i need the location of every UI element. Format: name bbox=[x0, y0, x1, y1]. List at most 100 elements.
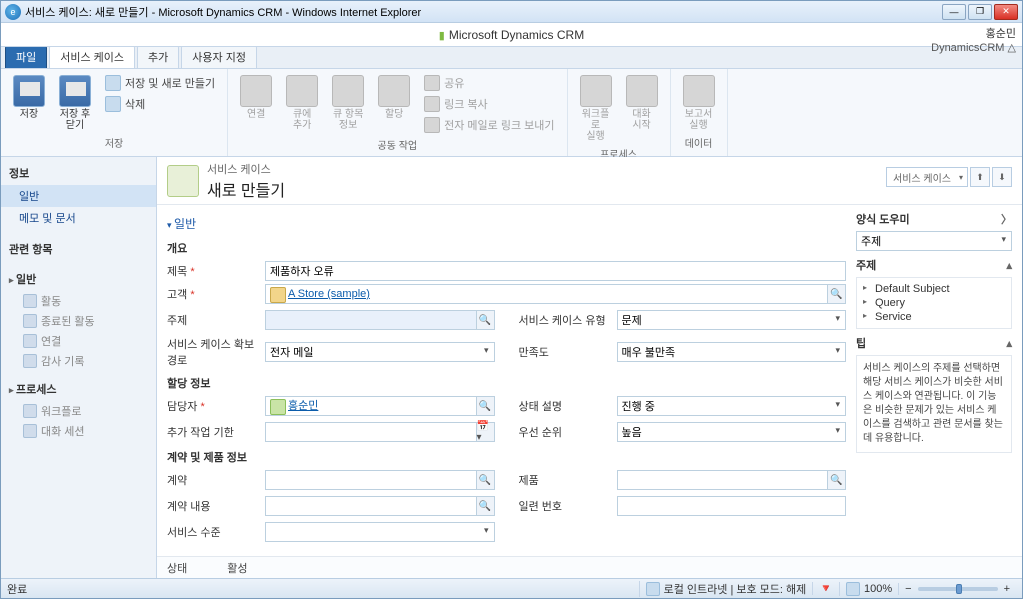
label-contract: 계약 bbox=[167, 475, 187, 487]
zoom-minus-button[interactable]: − bbox=[905, 583, 911, 595]
priority-select[interactable] bbox=[617, 422, 847, 442]
tree-item[interactable]: Query bbox=[863, 296, 1005, 310]
followup-date-button[interactable]: 📅▾ bbox=[476, 423, 494, 441]
subsection-assignment: 할당 정보 bbox=[167, 371, 846, 393]
contract-input[interactable] bbox=[265, 470, 495, 490]
ribbon-group-collab: 공동 작업 bbox=[236, 137, 558, 152]
nav-audit[interactable]: 감사 기록 bbox=[1, 351, 156, 371]
tips-header: 팁 bbox=[856, 335, 866, 351]
contract-line-lookup-button[interactable]: 🔍 bbox=[476, 497, 494, 515]
assistant-selector[interactable] bbox=[856, 231, 1012, 251]
org-collapse-icon[interactable]: △ bbox=[1008, 42, 1016, 54]
nav-related-header: 관련 항목 bbox=[1, 237, 156, 261]
tab-add[interactable]: 추가 bbox=[137, 45, 179, 68]
zoom-out-button[interactable]: 🔻 bbox=[812, 582, 839, 595]
label-followup: 추가 작업 기한 bbox=[167, 427, 234, 439]
save-button[interactable]: 저장 bbox=[9, 73, 49, 133]
label-serial: 일련 번호 bbox=[519, 501, 563, 513]
delete-button[interactable]: 삭제 bbox=[101, 94, 219, 114]
org-name: DynamicsCRM bbox=[931, 42, 1004, 54]
zoom-plus-button[interactable]: + bbox=[1004, 583, 1010, 595]
add-to-queue-button[interactable]: 큐에 추가 bbox=[282, 73, 322, 135]
nav-workflows[interactable]: 워크플로 bbox=[1, 401, 156, 421]
minimize-button[interactable]: — bbox=[942, 4, 966, 20]
tab-file[interactable]: 파일 bbox=[5, 45, 47, 68]
contract-line-input[interactable] bbox=[265, 496, 495, 516]
title-input[interactable] bbox=[265, 261, 846, 281]
save-and-new-button[interactable]: 저장 및 새로 만들기 bbox=[101, 73, 219, 93]
closed-activities-icon bbox=[23, 314, 37, 328]
case-type-select[interactable] bbox=[617, 310, 847, 330]
connect-button[interactable]: 연결 bbox=[236, 73, 276, 135]
run-report-button[interactable]: 보고서 실행 bbox=[679, 73, 719, 133]
maximize-button[interactable]: ❐ bbox=[968, 4, 992, 20]
close-button[interactable]: ✕ bbox=[994, 4, 1018, 20]
product-lookup-button[interactable]: 🔍 bbox=[827, 471, 845, 489]
tab-service-case[interactable]: 서비스 케이스 bbox=[49, 45, 135, 68]
contract-lookup-button[interactable]: 🔍 bbox=[476, 471, 494, 489]
tree-item[interactable]: Default Subject bbox=[863, 282, 1005, 296]
section-general[interactable]: 일반 bbox=[167, 211, 846, 236]
nav-connections[interactable]: 연결 bbox=[1, 331, 156, 351]
product-input[interactable] bbox=[617, 470, 847, 490]
nav-general[interactable]: 일반 bbox=[1, 185, 156, 207]
nav-general-group[interactable]: 일반 bbox=[1, 267, 156, 291]
owner-lookup-button[interactable]: 🔍 bbox=[476, 397, 494, 415]
email-link-button[interactable]: 전자 메일로 링크 보내기 bbox=[420, 115, 558, 135]
owner-link[interactable]: 홍순민 bbox=[270, 397, 318, 415]
nav-activities[interactable]: 활동 bbox=[1, 291, 156, 311]
zoom-slider[interactable] bbox=[918, 587, 998, 591]
nav-info-header: 정보 bbox=[1, 161, 156, 185]
nav-dialog-sessions[interactable]: 대화 세션 bbox=[1, 421, 156, 441]
copy-link-button[interactable]: 링크 복사 bbox=[420, 94, 558, 114]
save-icon bbox=[13, 75, 45, 107]
queue-item-info-button[interactable]: 큐 항목 정보 bbox=[328, 73, 368, 135]
status-zone: 로컬 인트라넷 | 보호 모드: 해제 bbox=[664, 581, 807, 597]
status-reason-select[interactable] bbox=[617, 396, 847, 416]
share-button[interactable]: 공유 bbox=[420, 73, 558, 93]
subject-input[interactable] bbox=[265, 310, 495, 330]
app-brand: Microsoft Dynamics CRM bbox=[439, 28, 584, 42]
nav-closed-activities[interactable]: 종료된 활동 bbox=[1, 311, 156, 331]
label-product: 제품 bbox=[519, 475, 539, 487]
tree-collapse-icon[interactable]: ▴ bbox=[1006, 259, 1012, 272]
delete-icon bbox=[105, 96, 121, 112]
tips-collapse-icon[interactable]: ▴ bbox=[1006, 337, 1012, 350]
zone-icon bbox=[646, 582, 660, 596]
record-next-button[interactable]: ⬇ bbox=[992, 167, 1012, 187]
assign-icon bbox=[378, 75, 410, 107]
assistant-collapse-icon[interactable]: 〉 bbox=[1001, 211, 1012, 227]
run-workflow-button[interactable]: 워크플로 실행 bbox=[576, 73, 616, 144]
nav-processes-group[interactable]: 프로세스 bbox=[1, 377, 156, 401]
assign-button[interactable]: 할당 bbox=[374, 73, 414, 135]
start-dialog-button[interactable]: 대화 시작 bbox=[622, 73, 662, 144]
label-status-reason: 상태 설명 bbox=[519, 401, 563, 413]
record-prev-button[interactable]: ⬆ bbox=[970, 167, 990, 187]
footer-status-value: 활성 bbox=[227, 560, 247, 576]
service-level-select[interactable] bbox=[265, 522, 495, 542]
tips-text: 서비스 케이스의 주제를 선택하면 해당 서비스 케이스가 비슷한 서비스 케이… bbox=[856, 355, 1012, 453]
share-icon bbox=[424, 75, 440, 91]
label-case-type: 서비스 케이스 유형 bbox=[519, 315, 606, 327]
dialog-icon bbox=[626, 75, 658, 107]
assistant-tree-header: 주제 bbox=[856, 257, 876, 273]
save-and-close-button[interactable]: 저장 후 닫기 bbox=[55, 73, 95, 133]
customer-link[interactable]: A Store (sample) bbox=[270, 285, 370, 303]
workflows-icon bbox=[23, 404, 37, 418]
connect-icon bbox=[240, 75, 272, 107]
tab-customize[interactable]: 사용자 지정 bbox=[181, 45, 257, 68]
origin-select[interactable] bbox=[265, 342, 495, 362]
save-close-icon bbox=[59, 75, 91, 107]
tree-item[interactable]: Service bbox=[863, 310, 1005, 324]
nav-notes[interactable]: 메모 및 문서 bbox=[1, 207, 156, 229]
customer-lookup-button[interactable]: 🔍 bbox=[827, 285, 845, 303]
serial-input[interactable] bbox=[617, 496, 847, 516]
satisfaction-select[interactable] bbox=[617, 342, 847, 362]
record-selector[interactable]: 서비스 케이스 bbox=[886, 167, 968, 187]
subject-lookup-button[interactable]: 🔍 bbox=[476, 311, 494, 329]
dialog-sessions-icon bbox=[23, 424, 37, 438]
followup-input[interactable] bbox=[265, 422, 495, 442]
queue-info-icon bbox=[332, 75, 364, 107]
status-done: 완료 bbox=[7, 581, 27, 597]
queue-add-icon bbox=[286, 75, 318, 107]
